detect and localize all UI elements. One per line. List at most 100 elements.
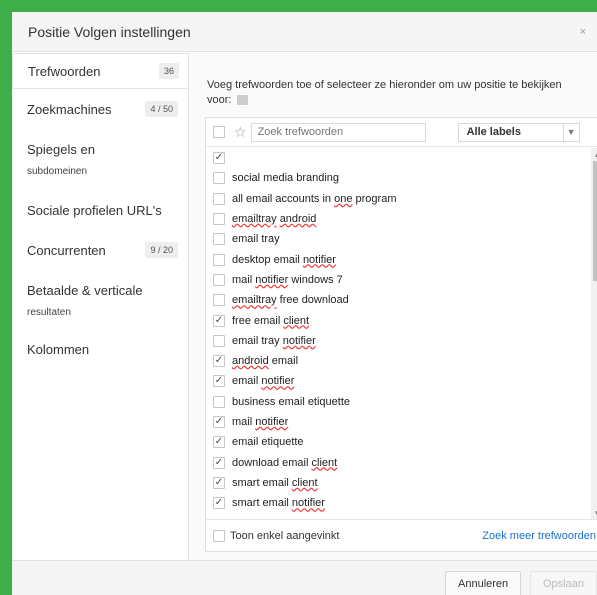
sidebar-item-label: Zoekmachines [27,101,112,117]
dialog-titlebar: Positie Volgen instellingen × [12,12,597,52]
search-input[interactable] [250,122,426,142]
sidebar-item-label: Kolommen [27,341,90,357]
keyword-row[interactable] [206,148,597,168]
sidebar-item-count: 4 / 50 [145,101,178,117]
chevron-down-icon[interactable]: ▼ [562,123,579,141]
keyword-row[interactable]: emailtray android [206,209,597,229]
sidebar-item-concurrenten[interactable]: Concurrenten 9 / 20 [12,231,188,269]
keyword-panel: ☆ Alle labels ▼ social media branding all… [205,117,597,552]
keyword-checkbox[interactable] [213,294,225,307]
keyword-row[interactable]: email tray notifier [206,331,597,351]
settings-sidebar: Trefwoorden 36 Zoekmachines 4 / 50 Spieg… [12,53,189,595]
keyword-label: android email [232,355,299,368]
close-icon[interactable]: × [580,26,586,38]
keyword-row[interactable]: email etiquette [206,432,597,452]
keyword-checkbox[interactable] [213,476,225,489]
keyword-checkbox[interactable] [213,314,225,327]
labels-select-value: Alle labels [466,126,521,138]
cancel-button[interactable]: Annuleren [445,571,522,595]
sidebar-item-label: Sociale profielen URL's [27,202,162,218]
dialog-title: Positie Volgen instellingen [28,23,191,40]
keyword-checkbox[interactable] [213,152,225,165]
settings-dialog: Positie Volgen instellingen × Trefwoorde… [12,12,597,595]
keywords-pane: Voeg trefwoorden toe of selecteer ze hie… [188,53,597,595]
sidebar-item-sociale-profielen[interactable]: Sociale profielen URL's [12,189,188,231]
keyword-label: email tray [232,233,280,246]
keyword-row[interactable]: android email [206,351,597,371]
keyword-row[interactable]: all email accounts in one program [206,189,597,209]
star-icon[interactable]: ☆ [234,125,247,139]
keyword-label: business email etiquette [232,395,351,408]
scrollbar-thumb[interactable] [593,161,597,281]
keyword-panel-footer: Toon enkel aangevinkt Zoek meer trefwoor… [206,519,597,551]
keyword-list: social media branding all email accounts … [206,148,597,520]
find-more-keywords-link[interactable]: Zoek meer trefwoorden [482,530,596,542]
keyword-label: download email client [232,456,338,469]
labels-select[interactable]: Alle labels ▼ [457,122,580,142]
sidebar-item-sublabel: resultaten [27,306,71,318]
keyword-label: emailtray free download [232,294,349,307]
keyword-label: emailtray android [232,213,317,226]
keyword-checkbox[interactable] [213,273,225,286]
sidebar-item-sublabel: subdomeinen [27,165,88,177]
keyword-row[interactable]: email tray [206,229,597,249]
keyword-checkbox[interactable] [213,395,225,408]
keyword-checkbox[interactable] [213,355,225,368]
intro-label: Voeg trefwoorden toe of selecteer ze hie… [207,79,562,106]
sidebar-item-trefwoorden[interactable]: Trefwoorden 36 [12,53,189,89]
sidebar-item-spiegels[interactable]: Spiegels en subdomeinen [12,129,188,189]
sidebar-item-count: 36 [158,63,179,79]
keyword-label: email etiquette [232,436,304,449]
sidebar-item-kolommen[interactable]: Kolommen [12,331,188,367]
keyword-row[interactable]: social media branding [206,168,597,188]
keyword-checkbox[interactable] [213,456,225,469]
save-button[interactable]: Opslaan [530,571,597,595]
sidebar-item-label: Betaalde & verticale [27,282,143,298]
keyword-label: desktop email notifier [232,253,336,266]
keyword-checkbox[interactable] [213,172,225,185]
intro-text: Voeg trefwoorden toe of selecteer ze hie… [207,78,577,108]
keyword-checkbox[interactable] [213,192,225,205]
show-checked-only-checkbox[interactable] [213,529,225,542]
keyword-row[interactable]: emailtray free download [206,290,597,310]
help-icon[interactable] [237,95,249,106]
keyword-label: email tray notifier [232,334,316,347]
keyword-row[interactable]: email notifier [206,371,597,391]
select-all-checkbox[interactable] [213,126,225,138]
keyword-label: mail notifier [232,416,289,428]
keyword-row[interactable]: mail notifier [206,412,597,432]
keyword-row[interactable]: smart email client [206,473,597,493]
keyword-checkbox[interactable] [213,436,225,449]
sidebar-item-zoekmachines[interactable]: Zoekmachines 4 / 50 [12,89,188,129]
keyword-label: smart email client [232,476,318,489]
keyword-label: social media branding [232,172,340,185]
keyword-label: all email accounts in one program [232,192,397,205]
keyword-label: free email client [232,314,310,327]
sidebar-item-label: Trefwoorden [28,63,101,79]
keyword-row[interactable]: business email etiquette [206,392,597,412]
show-checked-only-label: Toon enkel aangevinkt [230,529,340,542]
keyword-checkbox[interactable] [213,213,225,226]
keyword-row[interactable]: desktop email notifier [206,249,597,269]
scroll-up-icon[interactable]: ▲ [591,148,597,161]
sidebar-item-label: Concurrenten [27,242,106,258]
dialog-footer: Annuleren Opslaan [12,560,597,595]
sidebar-item-betaalde-verticale[interactable]: Betaalde & verticale resultaten [12,269,188,331]
keyword-checkbox[interactable] [213,416,225,428]
keyword-row[interactable]: smart email notifier [206,493,597,513]
keyword-label: smart email notifier [232,497,325,510]
keyword-row[interactable]: mail notifier windows 7 [206,270,597,290]
keyword-filterbar: ☆ Alle labels ▼ [206,118,597,147]
keyword-checkbox[interactable] [213,233,225,246]
keyword-label: email notifier [232,375,295,388]
keyword-checkbox[interactable] [213,375,225,388]
keyword-checkbox[interactable] [213,253,225,266]
keyword-row[interactable]: free email client [206,310,597,330]
keyword-checkbox[interactable] [213,497,225,510]
keyword-label: mail notifier windows 7 [232,273,343,286]
sidebar-item-count: 9 / 20 [145,242,178,258]
keyword-row[interactable]: download email client [206,452,597,472]
sidebar-item-label: Spiegels en [27,141,95,157]
keyword-checkbox[interactable] [213,334,225,347]
keyword-list-scrollbar[interactable]: ▲ ▼ [591,148,597,520]
